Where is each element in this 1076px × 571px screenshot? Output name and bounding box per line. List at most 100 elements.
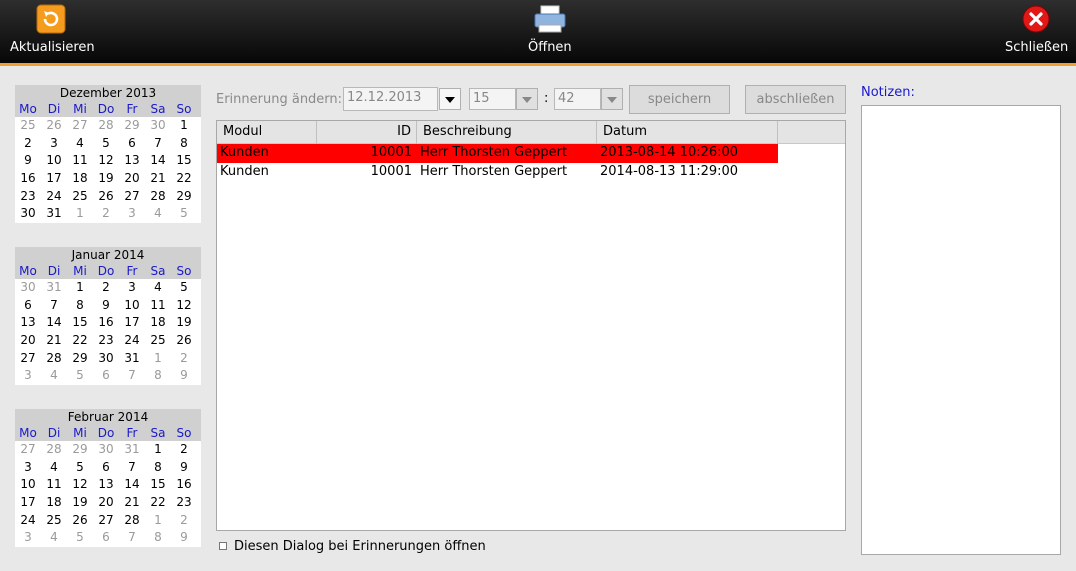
calendar-day[interactable]: 7 bbox=[119, 529, 145, 547]
calendar-day[interactable]: 5 bbox=[93, 135, 119, 153]
calendar-day[interactable]: 26 bbox=[41, 117, 67, 135]
calendar-day[interactable]: 4 bbox=[41, 367, 67, 385]
calendar-day[interactable]: 21 bbox=[145, 170, 171, 188]
calendar-day[interactable]: 2 bbox=[171, 441, 197, 459]
column-header-beschreibung[interactable]: Beschreibung bbox=[417, 121, 597, 144]
calendar-day[interactable]: 14 bbox=[145, 152, 171, 170]
notes-textarea[interactable] bbox=[861, 105, 1061, 555]
calendar-day[interactable]: 7 bbox=[119, 459, 145, 477]
hour-field[interactable]: 15 bbox=[469, 88, 516, 110]
column-header-empty[interactable] bbox=[778, 121, 845, 144]
calendar-day[interactable]: 16 bbox=[171, 476, 197, 494]
calendar-day[interactable]: 27 bbox=[15, 350, 41, 368]
calendar-day[interactable]: 1 bbox=[145, 350, 171, 368]
calendar-day[interactable]: 25 bbox=[67, 188, 93, 206]
calendar-day[interactable]: 19 bbox=[67, 494, 93, 512]
calendar-day[interactable]: 28 bbox=[93, 117, 119, 135]
minute-field[interactable]: 42 bbox=[554, 88, 601, 110]
calendar-day[interactable]: 1 bbox=[145, 512, 171, 530]
calendar-day[interactable]: 10 bbox=[119, 297, 145, 315]
calendar-day[interactable]: 6 bbox=[93, 459, 119, 477]
calendar-day[interactable]: 28 bbox=[119, 512, 145, 530]
calendar-day[interactable]: 9 bbox=[171, 529, 197, 547]
calendar-day[interactable]: 8 bbox=[171, 135, 197, 153]
calendar-day[interactable]: 29 bbox=[119, 117, 145, 135]
calendar-day[interactable]: 31 bbox=[119, 441, 145, 459]
calendar-day[interactable]: 12 bbox=[93, 152, 119, 170]
calendar-day[interactable]: 3 bbox=[119, 205, 145, 223]
table-row[interactable]: Kunden 10001 Herr Thorsten Geppert 2014-… bbox=[217, 163, 778, 182]
calendar-day[interactable]: 8 bbox=[145, 459, 171, 477]
calendar-day[interactable]: 5 bbox=[67, 367, 93, 385]
calendar-day[interactable]: 7 bbox=[145, 135, 171, 153]
calendar-day[interactable]: 20 bbox=[93, 494, 119, 512]
calendar-day[interactable]: 19 bbox=[171, 314, 197, 332]
refresh-button[interactable]: Aktualisieren bbox=[10, 4, 95, 55]
calendar-day[interactable]: 19 bbox=[93, 170, 119, 188]
calendar-day[interactable]: 12 bbox=[171, 297, 197, 315]
calendar-day[interactable]: 5 bbox=[67, 459, 93, 477]
calendar-day[interactable]: 4 bbox=[41, 459, 67, 477]
calendar-day[interactable]: 3 bbox=[15, 529, 41, 547]
calendar-day[interactable]: 24 bbox=[41, 188, 67, 206]
calendar-day[interactable]: 5 bbox=[171, 205, 197, 223]
calendar-day[interactable]: 27 bbox=[93, 512, 119, 530]
reminder-date-field[interactable]: 12.12.2013 bbox=[343, 87, 438, 111]
calendar-day[interactable]: 14 bbox=[119, 476, 145, 494]
calendar-day[interactable]: 31 bbox=[119, 350, 145, 368]
calendar-day[interactable]: 6 bbox=[119, 135, 145, 153]
calendar-day[interactable]: 11 bbox=[67, 152, 93, 170]
calendar-day[interactable]: 4 bbox=[145, 279, 171, 297]
calendar-day[interactable]: 12 bbox=[67, 476, 93, 494]
calendar-day[interactable]: 23 bbox=[171, 494, 197, 512]
calendar-day[interactable]: 28 bbox=[145, 188, 171, 206]
calendar-day[interactable]: 26 bbox=[93, 188, 119, 206]
calendar-day[interactable]: 4 bbox=[41, 529, 67, 547]
calendar-day[interactable]: 1 bbox=[171, 117, 197, 135]
calendar-day[interactable]: 29 bbox=[67, 350, 93, 368]
calendar-day[interactable]: 15 bbox=[67, 314, 93, 332]
calendar-day[interactable]: 30 bbox=[15, 279, 41, 297]
calendar-day[interactable]: 20 bbox=[119, 170, 145, 188]
calendar-day[interactable]: 22 bbox=[67, 332, 93, 350]
column-header-id[interactable]: ID bbox=[317, 121, 417, 144]
open-dialog-checkbox[interactable] bbox=[219, 542, 227, 550]
calendar-day[interactable]: 25 bbox=[41, 512, 67, 530]
calendar-day[interactable]: 30 bbox=[93, 441, 119, 459]
calendar-day[interactable]: 8 bbox=[145, 529, 171, 547]
finish-button[interactable]: abschließen bbox=[745, 85, 846, 114]
calendar-day[interactable]: 17 bbox=[15, 494, 41, 512]
calendar-day[interactable]: 13 bbox=[119, 152, 145, 170]
calendar-day[interactable]: 4 bbox=[145, 205, 171, 223]
calendar-day[interactable]: 11 bbox=[41, 476, 67, 494]
calendar-day[interactable]: 14 bbox=[41, 314, 67, 332]
calendar-day[interactable]: 31 bbox=[41, 205, 67, 223]
calendar-day[interactable]: 21 bbox=[119, 494, 145, 512]
calendar-day[interactable]: 6 bbox=[15, 297, 41, 315]
calendar-day[interactable]: 4 bbox=[67, 135, 93, 153]
calendar-day[interactable]: 22 bbox=[171, 170, 197, 188]
calendar-day[interactable]: 28 bbox=[41, 441, 67, 459]
calendar-day[interactable]: 18 bbox=[145, 314, 171, 332]
calendar-day[interactable]: 13 bbox=[15, 314, 41, 332]
close-button[interactable]: Schließen bbox=[1005, 4, 1068, 55]
calendar-day[interactable]: 25 bbox=[145, 332, 171, 350]
open-dialog-checkbox-label[interactable]: Diesen Dialog bei Erinnerungen öffnen bbox=[234, 539, 486, 554]
calendar-day[interactable]: 6 bbox=[93, 367, 119, 385]
calendar-day[interactable]: 9 bbox=[171, 367, 197, 385]
calendar-day[interactable]: 13 bbox=[93, 476, 119, 494]
calendar-day[interactable]: 9 bbox=[93, 297, 119, 315]
calendar-day[interactable]: 7 bbox=[41, 297, 67, 315]
calendar-day[interactable]: 1 bbox=[67, 205, 93, 223]
calendar-day[interactable]: 21 bbox=[41, 332, 67, 350]
calendar-day[interactable]: 10 bbox=[15, 476, 41, 494]
table-row[interactable]: Kunden 10001 Herr Thorsten Geppert 2013-… bbox=[217, 144, 778, 163]
calendar-day[interactable]: 3 bbox=[15, 459, 41, 477]
calendar-day[interactable]: 17 bbox=[41, 170, 67, 188]
calendar-day[interactable]: 25 bbox=[15, 117, 41, 135]
calendar-day[interactable]: 2 bbox=[93, 205, 119, 223]
save-button[interactable]: speichern bbox=[629, 85, 730, 114]
calendar-day[interactable]: 5 bbox=[171, 279, 197, 297]
calendar-day[interactable]: 15 bbox=[171, 152, 197, 170]
calendar-day[interactable]: 2 bbox=[15, 135, 41, 153]
